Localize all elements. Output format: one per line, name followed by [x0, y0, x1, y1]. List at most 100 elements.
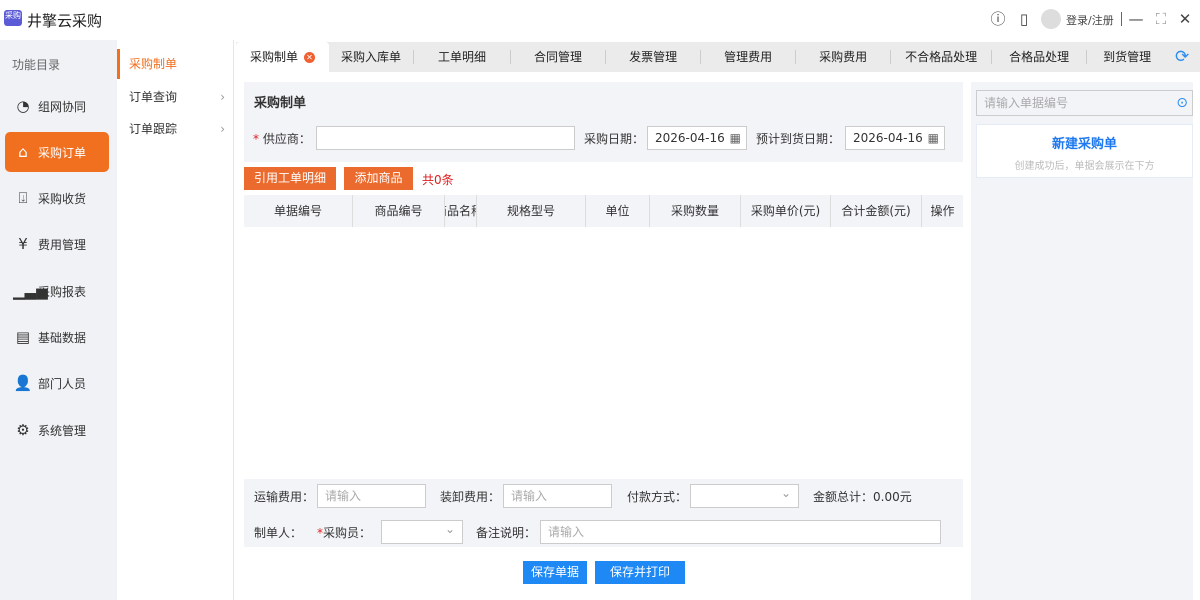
- tab-purchase-fee[interactable]: 采购费用: [796, 42, 890, 72]
- tab-label: 工单明细: [438, 50, 487, 64]
- column-header: 操作: [930, 204, 955, 218]
- tab-qualified[interactable]: 合格品处理: [992, 42, 1086, 72]
- submenu-item-order-query[interactable]: 订单查询 ›: [117, 82, 233, 112]
- new-order-title: 新建采购单: [1051, 137, 1117, 152]
- sidebar-item-label: 组网协同: [38, 99, 87, 114]
- save-print-button[interactable]: 保存并打印: [595, 561, 685, 584]
- avatar[interactable]: [1041, 9, 1061, 29]
- submenu-item-purchase-make[interactable]: 采购制单: [117, 49, 233, 79]
- column-header: 采购数量: [650, 195, 741, 227]
- mobile-icon[interactable]: ▯: [1015, 10, 1033, 28]
- receive-icon: ⍗: [18, 189, 28, 207]
- save-button[interactable]: 保存单据: [523, 561, 587, 584]
- sidebar-item-label: 采购订单: [38, 145, 87, 160]
- arrival-date-input[interactable]: 2026-04-16 ▦: [845, 126, 945, 150]
- close-icon[interactable]: ✕: [1176, 10, 1194, 28]
- sidebar-item-system[interactable]: ⚙ 系统管理: [5, 410, 109, 450]
- sidebar-item-label: 采购收货: [38, 191, 87, 206]
- sidebar: 功能目录 ◔ 组网协同 ⌂ 采购订单 ⍗ 采购收货 ¥ 费用管理 ▁▃▅ 采购报表 ▤ 基础…: [0, 40, 117, 600]
- right-panel: 请输入单据编号 ⊙ 新建采购单 创建成功后，单据会展示在下方: [971, 82, 1193, 600]
- submenu-label: 订单查询: [129, 90, 178, 104]
- remark-label: 备注说明：: [476, 526, 537, 540]
- sidebar-item-purchase-order[interactable]: ⌂ 采购订单: [5, 132, 109, 172]
- cite-work-order-button[interactable]: 引用工单明细: [244, 167, 336, 190]
- tab-nonconforming[interactable]: 不合格品处理: [891, 42, 991, 72]
- app-logo: 采购: [4, 10, 22, 26]
- users-icon: 👤: [13, 374, 33, 392]
- column-header: 规格型号: [477, 195, 586, 227]
- item-count: 共0条: [422, 173, 454, 187]
- buyer-select[interactable]: [381, 518, 463, 544]
- search-placeholder: 请输入单据编号: [984, 96, 1069, 110]
- submenu-label: 采购制单: [129, 57, 178, 71]
- login-link[interactable]: 登录/注册: [1066, 12, 1114, 28]
- sidebar-item-basic-data[interactable]: ▤ 基础数据: [5, 317, 109, 357]
- column-header: 采购单价(元): [741, 195, 831, 227]
- new-order-card[interactable]: 新建采购单 创建成功后，单据会展示在下方: [976, 124, 1193, 178]
- tab-contract[interactable]: 合同管理: [511, 42, 605, 72]
- tab-purchase-make[interactable]: 采购制单 ✕: [236, 42, 330, 72]
- go-icon[interactable]: ⊙: [1176, 91, 1188, 115]
- add-product-button[interactable]: 添加商品: [344, 167, 413, 190]
- chevron-right-icon: ›: [220, 122, 225, 136]
- submenu-item-order-track[interactable]: 订单跟踪 ›: [117, 114, 233, 144]
- column-header: 单据编号: [244, 195, 353, 227]
- tab-label: 不合格品处理: [905, 50, 978, 64]
- refresh-icon[interactable]: ⟳: [1175, 47, 1189, 67]
- sidebar-item-expense[interactable]: ¥ 费用管理: [5, 224, 109, 264]
- tab-label: 采购制单: [250, 50, 299, 64]
- loading-label: 装卸费用：: [440, 490, 501, 504]
- remark-input[interactable]: 请输入: [540, 520, 941, 544]
- tab-arrival[interactable]: 到货管理: [1087, 42, 1167, 72]
- close-tab-icon[interactable]: ✕: [304, 52, 316, 63]
- tab-stock-in[interactable]: 采购入库单: [329, 42, 413, 72]
- purchase-date-input[interactable]: 2026-04-16 ▦: [647, 126, 747, 150]
- sidebar-item-network[interactable]: ◔ 组网协同: [5, 86, 109, 126]
- tab-label: 管理费用: [724, 50, 773, 64]
- calendar-icon[interactable]: ▦: [730, 127, 741, 149]
- divider: [1121, 12, 1122, 26]
- loading-input[interactable]: 请输入: [503, 484, 612, 508]
- tab-label: 发票管理: [629, 50, 678, 64]
- app-title: 井擎云采购: [27, 12, 103, 30]
- payment-select[interactable]: [690, 482, 799, 508]
- calendar-icon[interactable]: ▦: [928, 127, 939, 149]
- total-amount: 金额总计：0.00元: [813, 490, 912, 504]
- footer-panel: 运输费用： 请输入 装卸费用： 请输入 付款方式： 金额总计：0.00元 制单人…: [244, 479, 963, 547]
- purchase-date-label: 采购日期：: [584, 132, 645, 146]
- page-title: 采购制单: [254, 96, 307, 111]
- payment-label: 付款方式：: [627, 490, 688, 504]
- buyer-label: *采购员：: [317, 526, 372, 540]
- chart-icon: ▁▃▅: [13, 282, 48, 300]
- maximize-icon[interactable]: ⛶: [1152, 10, 1170, 28]
- arrival-date-label: 预计到货日期：: [756, 132, 841, 146]
- yen-icon: ¥: [18, 235, 28, 253]
- sidebar-item-receive[interactable]: ⍗ 采购收货: [5, 178, 109, 218]
- tab-label: 采购入库单: [341, 50, 402, 64]
- column-header: 商品名称: [445, 195, 477, 227]
- basket-icon: ⌂: [18, 143, 28, 161]
- supplier-input[interactable]: [316, 126, 575, 150]
- new-order-subtitle: 创建成功后，单据会展示在下方: [1014, 161, 1155, 172]
- gear-icon: ⚙: [16, 421, 30, 439]
- shipping-label: 运输费用：: [254, 490, 315, 504]
- sidebar-item-department[interactable]: 👤 部门人员: [5, 363, 109, 403]
- sidebar-item-label: 费用管理: [38, 237, 87, 252]
- shipping-input[interactable]: 请输入: [317, 484, 426, 508]
- sidebar-item-label: 基础数据: [38, 330, 87, 345]
- tab-management-fee[interactable]: 管理费用: [701, 42, 795, 72]
- tab-work-order[interactable]: 工单明细: [414, 42, 510, 72]
- sidebar-item-report[interactable]: ▁▃▅ 采购报表: [5, 271, 109, 311]
- order-search-input[interactable]: 请输入单据编号 ⊙: [976, 90, 1193, 116]
- help-icon[interactable]: ⓘ: [989, 10, 1007, 28]
- chevron-right-icon: ›: [220, 90, 225, 104]
- tab-invoice[interactable]: 发票管理: [606, 42, 700, 72]
- tab-label: 到货管理: [1103, 50, 1152, 64]
- minimize-icon[interactable]: —: [1127, 10, 1145, 28]
- title-bar: 采购 井擎云采购 ⓘ ▯ 登录/注册 — ⛶ ✕: [0, 0, 1200, 40]
- tab-label: 合格品处理: [1009, 50, 1070, 64]
- column-header: 商品编号: [353, 195, 445, 227]
- tab-bar: 采购制单 ✕ 采购入库单 工单明细 合同管理 发票管理 管理费用 采购费用 不合格…: [236, 42, 1200, 72]
- form-panel: 采购制单 * 供应商： 采购日期： 2026-04-16 ▦ 预计到货日期： 20…: [244, 82, 963, 162]
- database-icon: ▤: [15, 328, 31, 346]
